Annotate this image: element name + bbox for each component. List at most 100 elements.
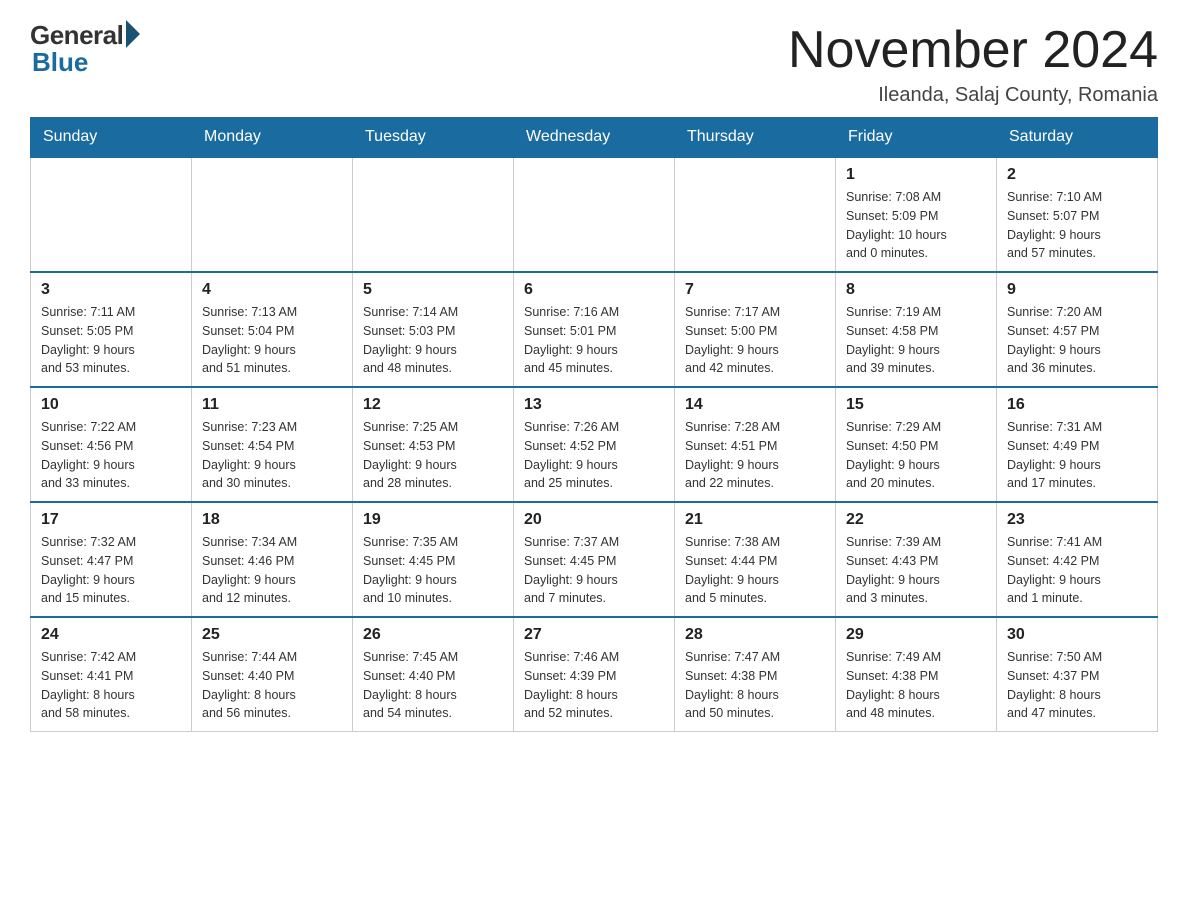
day-of-week-header: Saturday <box>997 118 1158 158</box>
day-number: 14 <box>685 396 825 414</box>
day-number: 19 <box>363 511 503 529</box>
calendar-week-row: 17Sunrise: 7:32 AM Sunset: 4:47 PM Dayli… <box>31 502 1158 617</box>
day-of-week-header: Thursday <box>675 118 836 158</box>
day-number: 26 <box>363 626 503 644</box>
calendar-cell: 17Sunrise: 7:32 AM Sunset: 4:47 PM Dayli… <box>31 502 192 617</box>
day-info: Sunrise: 7:45 AM Sunset: 4:40 PM Dayligh… <box>363 648 503 723</box>
calendar-week-row: 3Sunrise: 7:11 AM Sunset: 5:05 PM Daylig… <box>31 272 1158 387</box>
day-info: Sunrise: 7:34 AM Sunset: 4:46 PM Dayligh… <box>202 533 342 608</box>
calendar-week-row: 24 Sunrise: 7:42 AM Sunset: 4:41 PM Dayli… <box>31 617 1158 732</box>
calendar-week-row: 1 Sunrise: 7:08 AM Sunset: 5:09 PM Daylig… <box>31 157 1158 272</box>
calendar-cell: 29Sunrise: 7:49 AM Sunset: 4:38 PM Dayli… <box>836 617 997 732</box>
calendar-cell: 16 Sunrise: 7:31 AM Sunset: 4:49 PM Dayli… <box>997 387 1158 502</box>
day-number: 2 <box>1007 166 1147 184</box>
day-info: Sunrise: 7:35 AM Sunset: 4:45 PM Dayligh… <box>363 533 503 608</box>
day-info: Sunrise: 7:13 AM Sunset: 5:04 PM Dayligh… <box>202 303 342 378</box>
day-info: Sunrise: 7:38 AM Sunset: 4:44 PM Dayligh… <box>685 533 825 608</box>
calendar-cell: 5 Sunrise: 7:14 AM Sunset: 5:03 PM Daylig… <box>353 272 514 387</box>
calendar-cell: 12 Sunrise: 7:25 AM Sunset: 4:53 PM Dayli… <box>353 387 514 502</box>
calendar-cell: 27 Sunrise: 7:46 AM Sunset: 4:39 PM Dayli… <box>514 617 675 732</box>
calendar-table: SundayMondayTuesdayWednesdayThursdayFrid… <box>30 117 1158 732</box>
day-info: Sunrise: 7:31 AM Sunset: 4:49 PM Dayligh… <box>1007 418 1147 493</box>
calendar-cell: 2 Sunrise: 7:10 AM Sunset: 5:07 PM Daylig… <box>997 157 1158 272</box>
day-number: 28 <box>685 626 825 644</box>
day-info: Sunrise: 7:49 AM Sunset: 4:38 PM Dayligh… <box>846 648 986 723</box>
calendar-cell: 7 Sunrise: 7:17 AM Sunset: 5:00 PM Daylig… <box>675 272 836 387</box>
calendar-cell: 28 Sunrise: 7:47 AM Sunset: 4:38 PM Dayli… <box>675 617 836 732</box>
month-title: November 2024 <box>788 20 1158 80</box>
day-info: Sunrise: 7:26 AM Sunset: 4:52 PM Dayligh… <box>524 418 664 493</box>
day-info: Sunrise: 7:39 AM Sunset: 4:43 PM Dayligh… <box>846 533 986 608</box>
day-info: Sunrise: 7:50 AM Sunset: 4:37 PM Dayligh… <box>1007 648 1147 723</box>
calendar-cell: 24 Sunrise: 7:42 AM Sunset: 4:41 PM Dayli… <box>31 617 192 732</box>
calendar-cell <box>514 157 675 272</box>
day-number: 17 <box>41 511 181 529</box>
day-number: 20 <box>524 511 664 529</box>
day-info: Sunrise: 7:42 AM Sunset: 4:41 PM Dayligh… <box>41 648 181 723</box>
day-info: Sunrise: 7:29 AM Sunset: 4:50 PM Dayligh… <box>846 418 986 493</box>
calendar-cell: 15Sunrise: 7:29 AM Sunset: 4:50 PM Dayli… <box>836 387 997 502</box>
day-number: 13 <box>524 396 664 414</box>
day-info: Sunrise: 7:46 AM Sunset: 4:39 PM Dayligh… <box>524 648 664 723</box>
day-info: Sunrise: 7:47 AM Sunset: 4:38 PM Dayligh… <box>685 648 825 723</box>
calendar-cell <box>353 157 514 272</box>
day-of-week-header: Friday <box>836 118 997 158</box>
calendar-cell: 19 Sunrise: 7:35 AM Sunset: 4:45 PM Dayli… <box>353 502 514 617</box>
calendar-cell: 22Sunrise: 7:39 AM Sunset: 4:43 PM Dayli… <box>836 502 997 617</box>
day-number: 23 <box>1007 511 1147 529</box>
calendar-cell: 21Sunrise: 7:38 AM Sunset: 4:44 PM Dayli… <box>675 502 836 617</box>
day-number: 7 <box>685 281 825 299</box>
day-info: Sunrise: 7:37 AM Sunset: 4:45 PM Dayligh… <box>524 533 664 608</box>
day-info: Sunrise: 7:17 AM Sunset: 5:00 PM Dayligh… <box>685 303 825 378</box>
day-info: Sunrise: 7:10 AM Sunset: 5:07 PM Dayligh… <box>1007 188 1147 263</box>
calendar-cell: 30 Sunrise: 7:50 AM Sunset: 4:37 PM Dayli… <box>997 617 1158 732</box>
calendar-cell: 3Sunrise: 7:11 AM Sunset: 5:05 PM Daylig… <box>31 272 192 387</box>
calendar-week-row: 10Sunrise: 7:22 AM Sunset: 4:56 PM Dayli… <box>31 387 1158 502</box>
calendar-cell: 9 Sunrise: 7:20 AM Sunset: 4:57 PM Daylig… <box>997 272 1158 387</box>
calendar-cell: 1 Sunrise: 7:08 AM Sunset: 5:09 PM Daylig… <box>836 157 997 272</box>
logo: General Blue <box>30 20 140 78</box>
calendar-cell: 23 Sunrise: 7:41 AM Sunset: 4:42 PM Dayli… <box>997 502 1158 617</box>
day-number: 1 <box>846 166 986 184</box>
day-info: Sunrise: 7:22 AM Sunset: 4:56 PM Dayligh… <box>41 418 181 493</box>
day-of-week-header: Sunday <box>31 118 192 158</box>
calendar-header-row: SundayMondayTuesdayWednesdayThursdayFrid… <box>31 118 1158 158</box>
calendar-cell: 14Sunrise: 7:28 AM Sunset: 4:51 PM Dayli… <box>675 387 836 502</box>
day-number: 16 <box>1007 396 1147 414</box>
day-info: Sunrise: 7:19 AM Sunset: 4:58 PM Dayligh… <box>846 303 986 378</box>
calendar-cell <box>675 157 836 272</box>
day-info: Sunrise: 7:08 AM Sunset: 5:09 PM Dayligh… <box>846 188 986 263</box>
day-info: Sunrise: 7:25 AM Sunset: 4:53 PM Dayligh… <box>363 418 503 493</box>
logo-arrow-icon <box>126 20 140 48</box>
day-info: Sunrise: 7:14 AM Sunset: 5:03 PM Dayligh… <box>363 303 503 378</box>
calendar-cell: 6 Sunrise: 7:16 AM Sunset: 5:01 PM Daylig… <box>514 272 675 387</box>
day-number: 5 <box>363 281 503 299</box>
day-of-week-header: Wednesday <box>514 118 675 158</box>
day-number: 4 <box>202 281 342 299</box>
day-of-week-header: Monday <box>192 118 353 158</box>
calendar-cell <box>192 157 353 272</box>
calendar-cell: 18 Sunrise: 7:34 AM Sunset: 4:46 PM Dayli… <box>192 502 353 617</box>
calendar-cell: 13 Sunrise: 7:26 AM Sunset: 4:52 PM Dayli… <box>514 387 675 502</box>
day-number: 18 <box>202 511 342 529</box>
day-of-week-header: Tuesday <box>353 118 514 158</box>
day-info: Sunrise: 7:41 AM Sunset: 4:42 PM Dayligh… <box>1007 533 1147 608</box>
page-header: General Blue November 2024 Ileanda, Sala… <box>30 20 1158 107</box>
day-info: Sunrise: 7:23 AM Sunset: 4:54 PM Dayligh… <box>202 418 342 493</box>
day-number: 8 <box>846 281 986 299</box>
calendar-cell: 20 Sunrise: 7:37 AM Sunset: 4:45 PM Dayli… <box>514 502 675 617</box>
day-number: 24 <box>41 626 181 644</box>
day-info: Sunrise: 7:16 AM Sunset: 5:01 PM Dayligh… <box>524 303 664 378</box>
calendar-cell: 4 Sunrise: 7:13 AM Sunset: 5:04 PM Daylig… <box>192 272 353 387</box>
day-number: 12 <box>363 396 503 414</box>
day-number: 27 <box>524 626 664 644</box>
location-text: Ileanda, Salaj County, Romania <box>788 84 1158 107</box>
calendar-cell: 25Sunrise: 7:44 AM Sunset: 4:40 PM Dayli… <box>192 617 353 732</box>
calendar-cell: 8 Sunrise: 7:19 AM Sunset: 4:58 PM Daylig… <box>836 272 997 387</box>
day-info: Sunrise: 7:44 AM Sunset: 4:40 PM Dayligh… <box>202 648 342 723</box>
calendar-cell <box>31 157 192 272</box>
day-number: 30 <box>1007 626 1147 644</box>
day-number: 6 <box>524 281 664 299</box>
day-info: Sunrise: 7:20 AM Sunset: 4:57 PM Dayligh… <box>1007 303 1147 378</box>
day-number: 9 <box>1007 281 1147 299</box>
